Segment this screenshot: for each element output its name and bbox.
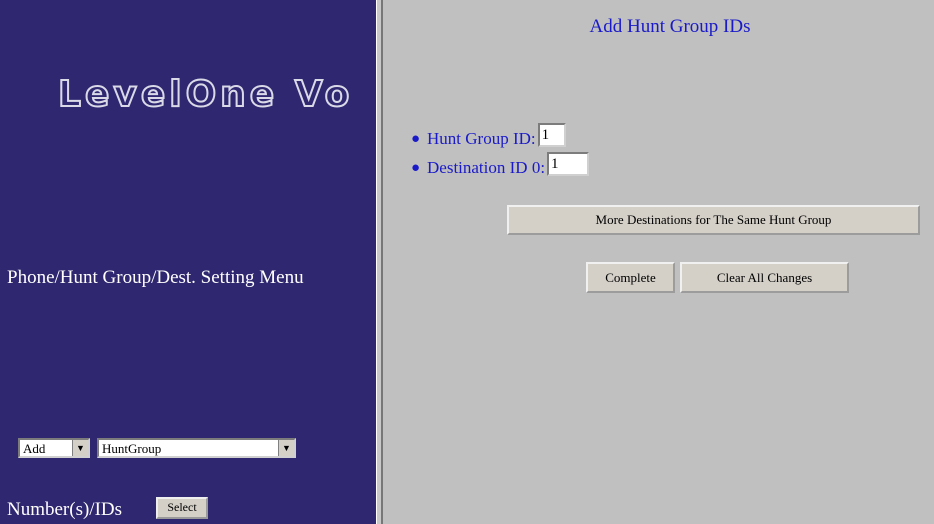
numbers-ids-label: Number(s)/IDs [7,499,123,520]
more-destinations-button[interactable]: More Destinations for The Same Hunt Grou… [507,205,920,235]
chevron-down-icon[interactable]: ▼ [72,440,88,456]
destination-id-label: Destination ID 0: [427,158,546,177]
action-select-value: Add [23,441,46,456]
levelone-logo: LevelOne Vo [57,73,354,116]
chevron-down-icon[interactable]: ▼ [278,440,294,456]
frame-divider[interactable] [376,0,383,524]
select-button[interactable]: Select [156,497,208,519]
type-select[interactable]: HuntGroup ▼ [97,438,296,458]
bullet-icon: ● [411,160,421,176]
action-select[interactable]: Add ▼ [18,438,90,458]
left-menu-frame: LevelOne Vo Phone/Hunt Group/Dest. Setti… [0,0,376,524]
hunt-group-id-input[interactable] [537,123,566,147]
type-select-value: HuntGroup [102,441,162,456]
hunt-group-id-row: ● Hunt Group ID: [411,123,566,149]
hunt-group-id-label: Hunt Group ID: [427,129,536,148]
menu-title: Phone/Hunt Group/Dest. Setting Menu [7,267,304,288]
destination-id-input[interactable] [547,152,590,176]
clear-all-changes-button[interactable]: Clear All Changes [680,262,849,293]
page-title: Add Hunt Group IDs [589,16,751,37]
complete-button[interactable]: Complete [586,262,675,293]
destination-id-row: ● Destination ID 0: [411,152,590,178]
bullet-icon: ● [411,131,421,147]
right-content-frame: Add Hunt Group IDs ● Hunt Group ID: ● De… [383,0,934,524]
